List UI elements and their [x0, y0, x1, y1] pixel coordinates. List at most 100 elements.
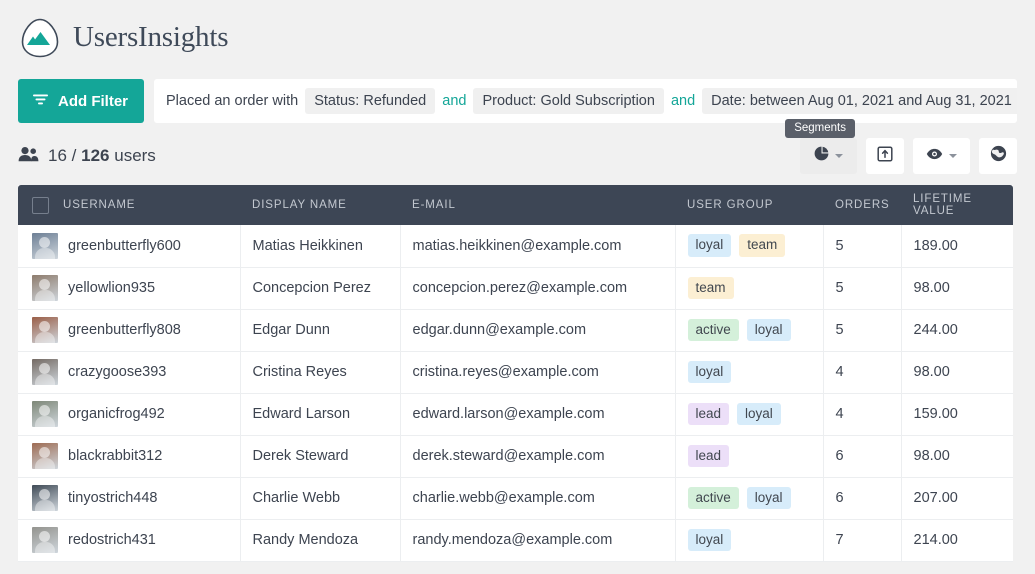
visible-count: 16 — [48, 146, 67, 165]
table-row[interactable]: yellowlion935 Concepcion Perez concepcion.… — [18, 267, 1013, 310]
total-count: 126 — [81, 146, 110, 165]
user-group-tag[interactable]: loyal — [687, 234, 732, 257]
cell-lifetime-value: 189.00 — [901, 225, 1013, 268]
cell-username: greenbutterfly600 — [18, 225, 241, 268]
globe-icon — [990, 145, 1007, 167]
table-header-row: USERNAME DISPLAY NAME E-MAIL USER GROUP … — [18, 185, 1013, 225]
cell-email: edgar.dunn@example.com — [400, 309, 676, 352]
cell-orders: 5 — [823, 267, 902, 310]
cell-user-group: lead loyal — [675, 393, 824, 436]
filter-chip-product[interactable]: Product: Gold Subscription — [473, 88, 664, 114]
results-summary-row: 16 / 126 users Segments — [18, 119, 1017, 185]
user-group-tag[interactable]: loyal — [687, 360, 732, 384]
export-box-icon — [877, 145, 893, 167]
username-text[interactable]: yellowlion935 — [68, 280, 155, 296]
avatar — [32, 317, 58, 343]
users-icon — [18, 146, 39, 167]
select-all-checkbox[interactable] — [32, 196, 49, 214]
user-group-tag[interactable]: loyal — [737, 402, 781, 426]
user-count: 16 / 126 users — [18, 146, 156, 167]
filter-chip-status[interactable]: Status: Refunded — [305, 88, 436, 114]
column-label-username: USERNAME — [63, 199, 136, 211]
avatar — [32, 527, 58, 553]
avatar — [32, 401, 58, 427]
export-button[interactable] — [866, 138, 904, 174]
cell-email: randy.mendoza@example.com — [400, 519, 676, 562]
avatar — [32, 485, 58, 511]
column-lifetime-value[interactable]: LIFETIME VALUE — [901, 185, 1013, 225]
cell-orders: 5 — [823, 225, 902, 268]
avatar — [32, 359, 58, 385]
user-group-tag[interactable]: team — [687, 276, 734, 300]
username-text[interactable]: blackrabbit312 — [68, 448, 162, 464]
cell-orders: 4 — [823, 393, 902, 436]
cell-display-name: Randy Mendoza — [240, 519, 401, 562]
cell-user-group: loyal — [675, 351, 824, 394]
user-group-tag[interactable]: lead — [687, 444, 730, 468]
username-text[interactable]: greenbutterfly808 — [68, 322, 181, 338]
user-group-tag[interactable]: team — [739, 234, 786, 257]
cell-lifetime-value: 244.00 — [901, 309, 1013, 352]
username-text[interactable]: redostrich431 — [68, 532, 156, 548]
cell-username: crazygoose393 — [18, 351, 241, 394]
cell-user-group: active loyal — [675, 309, 824, 352]
cell-username: blackrabbit312 — [18, 435, 241, 478]
globe-button[interactable] — [979, 138, 1017, 174]
mountain-logo-icon — [18, 16, 62, 60]
table-row[interactable]: blackrabbit312 Derek Steward derek.steward… — [18, 435, 1013, 478]
column-user-group[interactable]: USER GROUP — [675, 185, 823, 225]
cell-display-name: Concepcion Perez — [240, 267, 401, 310]
pie-chart-icon — [814, 146, 829, 166]
filter-chip-date[interactable]: Date: between Aug 01, 2021 and Aug 31, 2… — [702, 88, 1017, 114]
user-group-tag[interactable]: active — [687, 486, 739, 510]
cell-orders: 6 — [823, 477, 902, 520]
cell-orders: 7 — [823, 519, 902, 562]
filter-icon — [32, 92, 49, 110]
table-row[interactable]: organicfrog492 Edward Larson edward.larson… — [18, 393, 1013, 436]
user-group-tag[interactable]: loyal — [746, 486, 791, 510]
active-filter-expression: Placed an order with Status: Refunded an… — [154, 79, 1017, 123]
user-group-tag[interactable]: lead — [687, 402, 730, 426]
column-email[interactable]: E-MAIL — [400, 185, 675, 225]
username-text[interactable]: crazygoose393 — [68, 364, 166, 380]
table-row[interactable]: greenbutterfly808 Edgar Dunn edgar.dunn@ex… — [18, 309, 1013, 352]
cell-username: tinyostrich448 — [18, 477, 241, 520]
table-toolbar: Segments — [785, 119, 1017, 174]
user-group-tag[interactable]: active — [687, 318, 739, 342]
filter-bar: Add Filter Placed an order with Status: … — [18, 79, 1017, 127]
column-orders[interactable]: ORDERS — [823, 185, 901, 225]
username-text[interactable]: organicfrog492 — [68, 406, 165, 422]
cell-display-name: Cristina Reyes — [240, 351, 401, 394]
visibility-button[interactable] — [913, 138, 970, 174]
cell-username: greenbutterfly808 — [18, 309, 241, 352]
cell-lifetime-value: 98.00 — [901, 267, 1013, 310]
cell-email: edward.larson@example.com — [400, 393, 676, 436]
username-text[interactable]: greenbutterfly600 — [68, 238, 181, 254]
column-username[interactable]: USERNAME — [18, 185, 240, 225]
avatar — [32, 275, 58, 301]
add-filter-button[interactable]: Add Filter — [18, 79, 144, 123]
table-row[interactable]: tinyostrich448 Charlie Webb charlie.webb@e… — [18, 477, 1013, 520]
cell-email: charlie.webb@example.com — [400, 477, 676, 520]
table-row[interactable]: crazygoose393 Cristina Reyes cristina.reye… — [18, 351, 1013, 394]
cell-display-name: Charlie Webb — [240, 477, 401, 520]
brand-name: UsersInsights — [73, 21, 229, 53]
user-count-text: 16 / 126 users — [48, 146, 156, 166]
cell-display-name: Derek Steward — [240, 435, 401, 478]
filter-conjunction-1: and — [442, 93, 467, 109]
user-group-tag[interactable]: loyal — [746, 318, 791, 342]
cell-user-group: lead — [675, 435, 824, 478]
table-header: USERNAME DISPLAY NAME E-MAIL USER GROUP … — [18, 185, 1013, 225]
users-table: USERNAME DISPLAY NAME E-MAIL USER GROUP … — [18, 185, 1013, 562]
filter-conjunction-2: and — [670, 93, 696, 109]
chevron-down-icon — [949, 154, 957, 158]
chevron-down-icon — [835, 154, 843, 158]
column-display-name[interactable]: DISPLAY NAME — [240, 185, 400, 225]
table-row[interactable]: redostrich431 Randy Mendoza randy.mendoza@… — [18, 519, 1013, 562]
user-group-tag[interactable]: loyal — [687, 528, 732, 552]
cell-username: yellowlion935 — [18, 267, 241, 310]
username-text[interactable]: tinyostrich448 — [68, 490, 157, 506]
cell-lifetime-value: 98.00 — [901, 435, 1013, 478]
segments-button[interactable] — [800, 138, 857, 174]
table-row[interactable]: greenbutterfly600 Matias Heikkinen matias.… — [18, 225, 1013, 268]
